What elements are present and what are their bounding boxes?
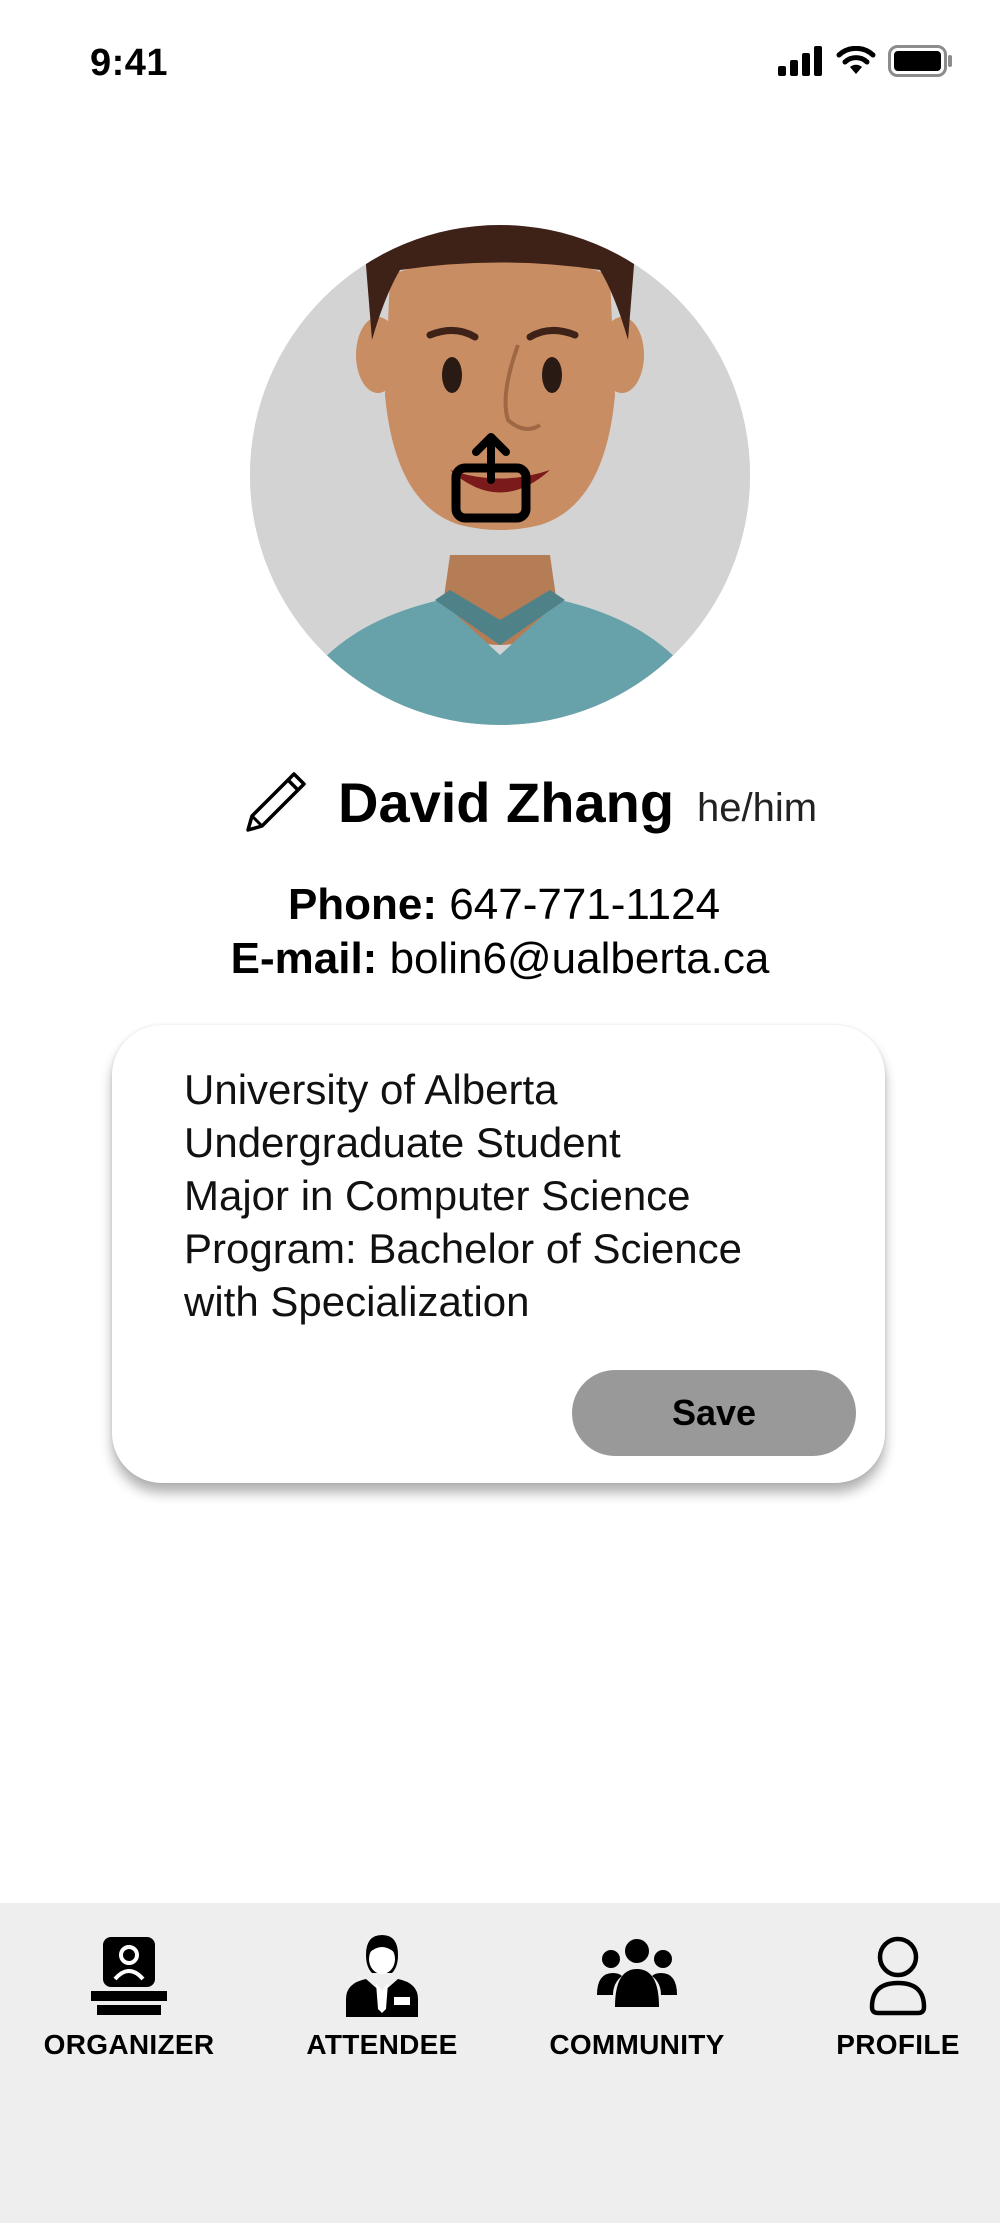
nav-label-organizer: ORGANIZER [43, 2029, 215, 2060]
upload-photo-icon[interactable] [450, 432, 532, 524]
nav-label-profile: PROFILE [836, 2029, 960, 2060]
email-label: E-mail: [230, 934, 378, 983]
nav-item-organizer[interactable]: ORGANIZER [19, 1933, 239, 2083]
edit-pencil-icon[interactable] [240, 766, 312, 838]
wifi-icon [836, 46, 876, 74]
bio-line: Major in Computer Science [184, 1172, 691, 1219]
nav-label-attendee: ATTENDEE [306, 2029, 458, 2060]
email-value: bolin6@ualberta.ca [389, 934, 770, 983]
contact-info: Phone: 647-771-1124 E-mail: bolin6@ualbe… [0, 878, 1000, 986]
community-icon [597, 1939, 677, 2007]
organizer-icon [91, 1937, 167, 2015]
bio-line: Program: Bachelor of Science [184, 1225, 742, 1272]
bio-line: with Specialization [184, 1278, 530, 1325]
nav-item-attendee[interactable]: ATTENDEE [272, 1933, 492, 2083]
phone-label: Phone: [287, 880, 438, 929]
phone-value: 647-771-1124 [449, 880, 721, 929]
pronouns: he/him [697, 786, 818, 830]
profile-icon [869, 1936, 927, 2016]
battery-icon [888, 45, 952, 77]
bottom-nav: ORGANIZER ATTENDEE COMMUNITY PROFILE [0, 1903, 1000, 2223]
bio-textarea[interactable]: University of Alberta Undergraduate Stud… [184, 1063, 834, 1328]
name-row: David Zhang he/him [0, 762, 1000, 842]
profile-screen: 9:41 David Zhang he/him Phone: 647-771-1… [0, 0, 1000, 2223]
cellular-signal-icon [778, 46, 822, 76]
nav-label-community: COMMUNITY [549, 2029, 725, 2060]
bio-line: Undergraduate Student [184, 1119, 621, 1166]
bio-line: University of Alberta [184, 1066, 558, 1113]
bio-card: University of Alberta Undergraduate Stud… [112, 1025, 885, 1483]
profile-name: David Zhang [338, 771, 675, 834]
nav-item-profile[interactable]: PROFILE [788, 1933, 1000, 2083]
nav-item-community[interactable]: COMMUNITY [527, 1933, 747, 2083]
attendee-icon [346, 1935, 418, 2017]
phone-line: Phone: 647-771-1124 [0, 878, 1000, 932]
email-line: E-mail: bolin6@ualberta.ca [0, 932, 1000, 986]
status-icons [778, 45, 954, 77]
status-time: 9:41 [90, 42, 169, 84]
save-button[interactable]: Save [572, 1370, 856, 1456]
